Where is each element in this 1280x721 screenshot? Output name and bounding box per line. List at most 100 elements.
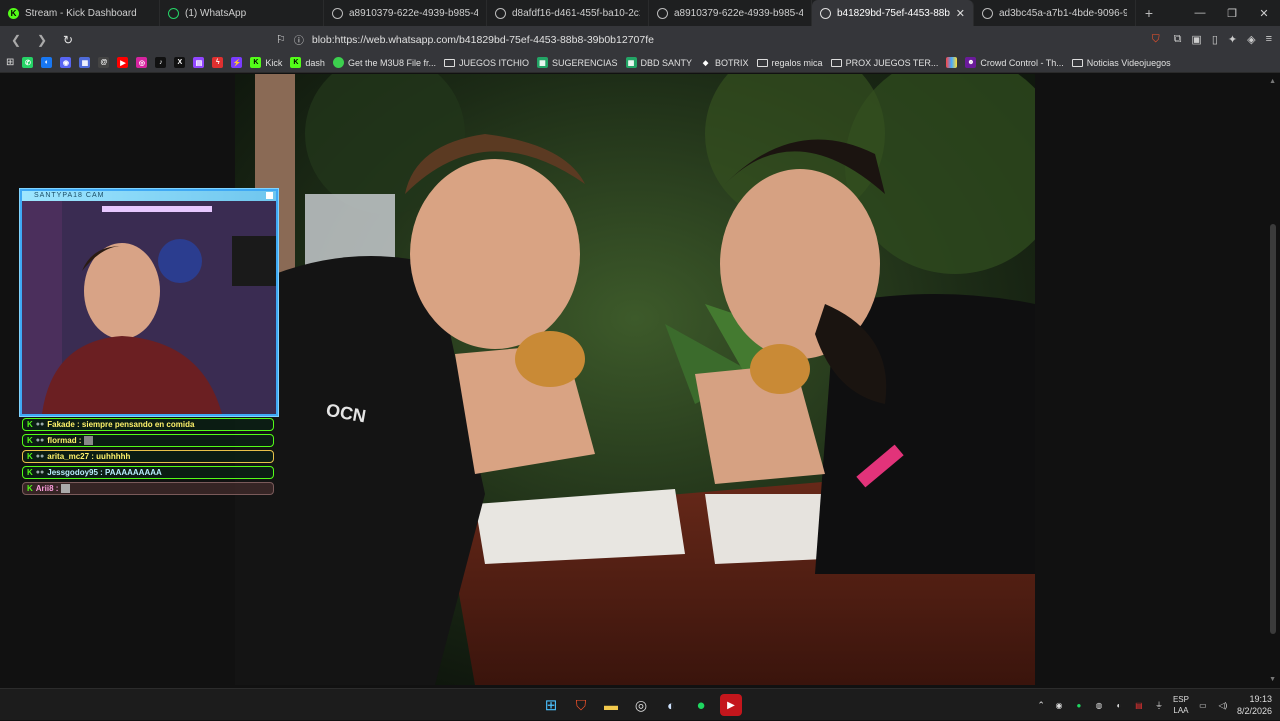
vpn-icon[interactable]: ◈ <box>1247 33 1255 46</box>
bookmark-sugerencias[interactable]: ▦ SUGERENCIAS <box>536 57 618 68</box>
kick-icon: K <box>250 57 262 68</box>
bookmark-kick[interactable]: K Kick <box>250 57 282 68</box>
chat-line: Arii8 : <box>35 484 59 493</box>
close-window-icon[interactable]: ✕ <box>1248 7 1280 20</box>
bookmark-regalos-mica[interactable]: regalos mica <box>756 58 823 68</box>
clock[interactable]: 19:13 8/2/2026 <box>1237 693 1272 717</box>
stream-chat: K ●● Fakade : siempre pensando en comida… <box>22 418 274 498</box>
youtube-icon[interactable]: ▶ <box>117 57 129 68</box>
messenger-icon[interactable]: ◐ <box>41 57 53 68</box>
globe-icon <box>495 7 506 19</box>
media-player-icon[interactable]: ▶ <box>720 694 742 716</box>
google-icon[interactable] <box>946 57 958 68</box>
minimize-icon[interactable]: — <box>1184 7 1216 20</box>
bookmark-label: JUEGOS ITCHIO <box>458 57 529 68</box>
globe-icon <box>820 7 831 19</box>
tab-strip: K Stream - Kick Dashboard (1) WhatsApp a… <box>0 0 1280 26</box>
tab-blob-4[interactable]: ad3bc45a-a7b1-4bde-9096-933bc5… <box>974 0 1136 26</box>
scroll-up-icon[interactable]: ▲ <box>1269 78 1276 85</box>
bookmark-dbd-santy[interactable]: ▦ DBD SANTY <box>625 57 692 68</box>
back-icon[interactable]: ❮ <box>8 33 24 47</box>
bookmark-prox-juegos[interactable]: PROX JUEGOS TER... <box>830 58 938 68</box>
emote-icon <box>61 484 71 493</box>
whatsapp-icon <box>168 7 179 19</box>
address-bar[interactable]: ⚐ ⓘ blob:https://web.whatsapp.com/b41829… <box>276 29 1160 50</box>
instagram-icon[interactable]: ◎ <box>136 57 148 68</box>
reload-icon[interactable]: ↻ <box>60 33 76 47</box>
bookmark-m3u8[interactable]: Get the M3U8 File fr... <box>332 57 436 68</box>
maximize-icon[interactable]: ❐ <box>1216 7 1248 20</box>
tab-blob-1[interactable]: a8910379-622e-4939-b985-4999d5… <box>324 0 487 26</box>
network-icon[interactable]: ▭ <box>1197 699 1209 711</box>
close-icon[interactable]: ✕ <box>956 7 965 20</box>
tab-blob-active[interactable]: b41829bd-75ef-4453-88b8-39b… ✕ <box>812 0 974 26</box>
volume-icon[interactable]: ◁) <box>1217 699 1229 711</box>
sheets-icon: ▦ <box>625 57 637 68</box>
extensions-icon[interactable]: ⧉ <box>1174 33 1182 46</box>
botrix-icon: ◆ <box>702 59 709 67</box>
toolbar-icons: ⧉ ▣ ▯ ✦ ◈ ≡ <box>1174 33 1272 46</box>
bookmark-dash[interactable]: Kdash <box>290 57 325 68</box>
bookmark-juegos-itchio[interactable]: JUEGOS ITCHIO <box>443 57 529 68</box>
chevron-up-icon[interactable]: ⌃ <box>1037 700 1045 711</box>
new-tab-button[interactable]: + <box>1136 5 1162 21</box>
tab-label: a8910379-622e-4939-b985-4999d5… <box>674 7 803 19</box>
tab-blob-2[interactable]: d8afdf16-d461-455f-ba10-2c10711… <box>487 0 649 26</box>
discord-icon[interactable]: ◉ <box>60 57 72 68</box>
steam-icon[interactable]: ◐ <box>660 694 682 716</box>
sidebar-icon[interactable]: ▯ <box>1212 33 1218 46</box>
url-text[interactable]: blob:https://web.whatsapp.com/b41829bd-7… <box>312 34 1144 46</box>
bookmark-noticias[interactable]: Noticias Videojuegos <box>1071 58 1171 68</box>
lightning-icon[interactable]: ⚡ <box>231 57 243 68</box>
bookmark-crowd-control[interactable]: ☻ Crowd Control - Th... <box>965 57 1064 68</box>
steam-tray-icon[interactable]: ◐ <box>1113 699 1125 711</box>
kick-icon: K <box>8 7 19 19</box>
windows-taskbar: ⊞ ⛉ ▬ ◎ ◐ ● ▶ ⌃ ◉ ● ◍ ◐ ▤ ⏚ ESP LAA ▭ ◁)… <box>0 688 1280 720</box>
brave-shield-icon[interactable]: ⛉ <box>1152 33 1160 46</box>
whatsapp-icon[interactable]: ✆ <box>22 57 34 68</box>
file-explorer-icon[interactable]: ▬ <box>600 694 622 716</box>
tab-blob-3[interactable]: a8910379-622e-4939-b985-4999d5… <box>649 0 812 26</box>
chat-line: flormad : <box>47 436 82 445</box>
globe-icon <box>982 7 993 19</box>
obs-icon[interactable]: ◎ <box>630 694 652 716</box>
spotify-icon[interactable]: ● <box>690 694 712 716</box>
microphone-icon[interactable]: ⏚ <box>1153 699 1165 711</box>
apps-grid-icon[interactable]: ⊞ <box>6 57 14 68</box>
discord-tray-icon[interactable]: ◉ <box>1053 699 1065 711</box>
twitch-icon[interactable]: ▤ <box>193 57 205 68</box>
badge-icon: ●● <box>35 469 45 476</box>
windows-start-icon[interactable]: ⊞ <box>540 694 562 716</box>
bolt-icon[interactable]: ϟ <box>212 57 224 68</box>
tiktok-icon[interactable]: ♪ <box>155 57 167 68</box>
tab-whatsapp[interactable]: (1) WhatsApp <box>160 0 324 26</box>
spotify-tray-icon[interactable]: ● <box>1073 699 1085 711</box>
bookmark-label: Get the M3U8 File fr... <box>347 57 436 68</box>
x-icon[interactable]: X <box>174 57 186 68</box>
tab-label: d8afdf16-d461-455f-ba10-2c10711… <box>512 7 640 19</box>
kick-icon: K <box>290 57 302 68</box>
bookmark-botrix[interactable]: ◆ BOTRIX <box>700 57 749 68</box>
scroll-down-icon[interactable]: ▼ <box>1269 676 1276 683</box>
forward-icon[interactable]: ❯ <box>34 33 50 47</box>
folder-icon <box>756 58 768 67</box>
bookmark-label: Crowd Control - Th... <box>980 57 1064 68</box>
screenshot-icon[interactable]: ▣ <box>1191 33 1201 46</box>
tab-kick-dashboard[interactable]: K Stream - Kick Dashboard <box>0 0 160 26</box>
menu-icon[interactable]: ≡ <box>1266 33 1272 46</box>
bookmark-app-icon[interactable]: ▦ <box>79 57 91 68</box>
tab-label: a8910379-622e-4939-b985-4999d5… <box>349 7 478 19</box>
leo-ai-icon[interactable]: ✦ <box>1228 33 1237 46</box>
recorder-tray-icon[interactable]: ▤ <box>1133 699 1145 711</box>
sheets-icon: ▦ <box>536 57 548 68</box>
page-scrollbar[interactable] <box>1270 224 1276 634</box>
language-indicator[interactable]: ESP LAA <box>1173 694 1189 716</box>
site-info-icon[interactable]: ⓘ <box>294 32 304 47</box>
tab-label: (1) WhatsApp <box>185 7 247 19</box>
bookmark-icon[interactable]: ⚐ <box>276 33 286 46</box>
badge-icon: ●● <box>35 421 45 428</box>
brave-icon[interactable]: ⛉ <box>570 694 592 716</box>
webcam-feed <box>22 201 276 414</box>
app-tray-icon[interactable]: ◍ <box>1093 699 1105 711</box>
threads-icon[interactable]: @ <box>98 57 110 68</box>
